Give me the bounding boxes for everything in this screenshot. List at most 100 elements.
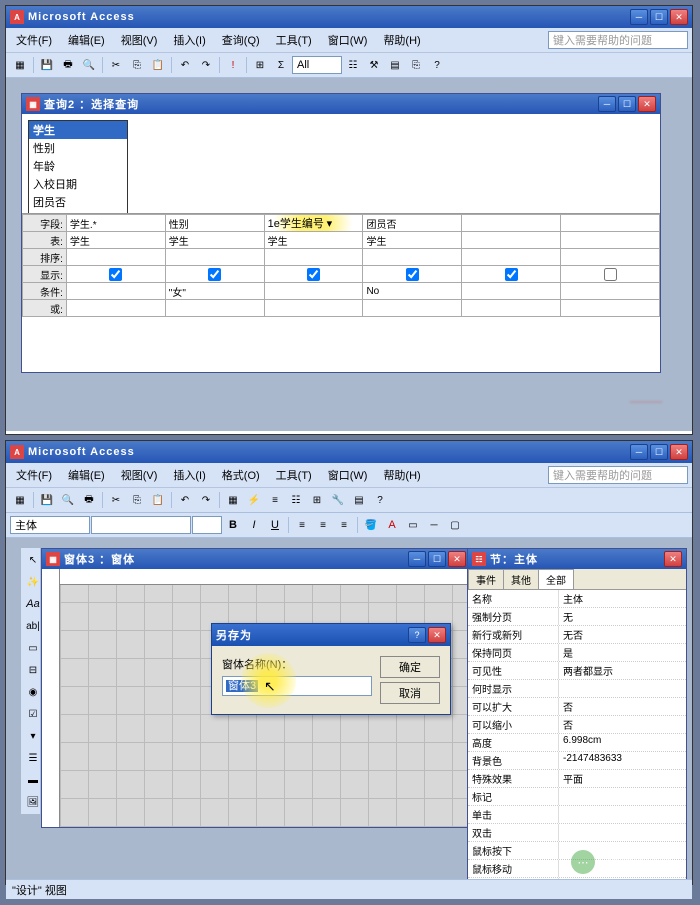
sub-maximize-button[interactable]: ☐ bbox=[618, 96, 636, 112]
property-value[interactable] bbox=[558, 680, 686, 697]
db-window-button[interactable]: ▤ bbox=[385, 55, 405, 75]
menu-edit[interactable]: 编辑(E) bbox=[62, 30, 111, 50]
qbe-sort-cell[interactable] bbox=[561, 249, 660, 266]
property-row[interactable]: 名称主体 bbox=[468, 590, 686, 608]
showtable-button[interactable]: ⊞ bbox=[250, 55, 270, 75]
qbe-sort-cell[interactable] bbox=[66, 249, 165, 266]
help-button[interactable]: ? bbox=[370, 490, 390, 510]
qbe-field-cell[interactable] bbox=[462, 215, 561, 232]
new-object-button[interactable]: ⎘ bbox=[406, 55, 426, 75]
qbe-field-cell[interactable]: 学生.* bbox=[66, 215, 165, 232]
qbe-criteria-cell[interactable]: No bbox=[363, 283, 462, 300]
paste-button[interactable]: 📋 bbox=[148, 55, 168, 75]
property-row[interactable]: 标记 bbox=[468, 788, 686, 806]
prop-close-button[interactable]: ✕ bbox=[664, 551, 682, 567]
optiongroup-tool[interactable]: ▭ bbox=[23, 638, 43, 658]
table-header[interactable]: 学生 bbox=[29, 121, 127, 139]
linewidth-button[interactable]: ─ bbox=[424, 515, 444, 535]
toolbox-button[interactable]: 🔧 bbox=[328, 490, 348, 510]
field-item[interactable]: 团员否 bbox=[29, 193, 127, 211]
autoform-button[interactable]: ⚡ bbox=[244, 490, 264, 510]
qbe-sort-cell[interactable] bbox=[264, 249, 363, 266]
menu-file[interactable]: 文件(F) bbox=[10, 465, 58, 485]
show-checkbox[interactable] bbox=[406, 268, 419, 281]
qbe-table-cell[interactable] bbox=[462, 232, 561, 249]
help-search-input[interactable]: 键入需要帮助的问题 bbox=[548, 31, 688, 49]
qbe-field-cell[interactable]: 性别 bbox=[165, 215, 264, 232]
linecolor-button[interactable]: ▭ bbox=[403, 515, 423, 535]
image-tool[interactable]: 🖼 bbox=[23, 792, 43, 812]
save-button[interactable]: 💾 bbox=[37, 55, 57, 75]
menu-window[interactable]: 窗口(W) bbox=[322, 465, 374, 485]
font-combo[interactable] bbox=[91, 516, 191, 534]
totals-button[interactable]: Σ bbox=[271, 55, 291, 75]
sub-close-button[interactable]: ✕ bbox=[638, 96, 656, 112]
underline-button[interactable]: U bbox=[265, 515, 285, 535]
view-button[interactable]: ▦ bbox=[10, 490, 30, 510]
maximize-button[interactable]: ☐ bbox=[650, 444, 668, 460]
fieldlist-button[interactable]: ⊞ bbox=[307, 490, 327, 510]
qbe-show-cell[interactable] bbox=[462, 266, 561, 283]
button-tool[interactable]: ▬ bbox=[23, 770, 43, 790]
sub-minimize-button[interactable]: ─ bbox=[598, 96, 616, 112]
option-tool[interactable]: ◉ bbox=[23, 682, 43, 702]
property-row[interactable]: 特殊效果平面 bbox=[468, 770, 686, 788]
checkbox-tool[interactable]: ☑ bbox=[23, 704, 43, 724]
show-checkbox[interactable] bbox=[109, 268, 122, 281]
qbe-field-cell[interactable] bbox=[561, 215, 660, 232]
qbe-table-cell[interactable]: 学生 bbox=[264, 232, 363, 249]
insert-button[interactable]: ▦ bbox=[223, 490, 243, 510]
qbe-or-cell[interactable] bbox=[561, 300, 660, 317]
align-center-button[interactable]: ≡ bbox=[313, 515, 333, 535]
qbe-show-cell[interactable] bbox=[363, 266, 462, 283]
ok-button[interactable]: 确定 bbox=[380, 656, 440, 678]
object-combo[interactable]: 主体 bbox=[10, 516, 90, 534]
sub-maximize-button[interactable]: ☐ bbox=[428, 551, 446, 567]
italic-button[interactable]: I bbox=[244, 515, 264, 535]
prop-tab-event[interactable]: 事件 bbox=[468, 569, 504, 589]
qbe-or-cell[interactable] bbox=[264, 300, 363, 317]
sub-minimize-button[interactable]: ─ bbox=[408, 551, 426, 567]
property-row[interactable]: 单击 bbox=[468, 806, 686, 824]
property-row[interactable]: 可以缩小否 bbox=[468, 716, 686, 734]
wizard-tool[interactable]: ✨ bbox=[23, 572, 43, 592]
menu-insert[interactable]: 插入(I) bbox=[167, 465, 211, 485]
qbe-show-cell[interactable] bbox=[66, 266, 165, 283]
search-button[interactable]: 🔍 bbox=[58, 490, 78, 510]
label-tool[interactable]: Aa bbox=[23, 594, 43, 614]
view-button[interactable]: ▦ bbox=[10, 55, 30, 75]
menu-tools[interactable]: 工具(T) bbox=[270, 30, 318, 50]
qbe-show-cell[interactable] bbox=[264, 266, 363, 283]
field-item[interactable]: 年龄 bbox=[29, 157, 127, 175]
help-search-input[interactable]: 键入需要帮助的问题 bbox=[548, 466, 688, 484]
property-row[interactable]: 强制分页无 bbox=[468, 608, 686, 626]
property-value[interactable]: 否 bbox=[558, 716, 686, 733]
effect-button[interactable]: ▢ bbox=[445, 515, 465, 535]
print-button[interactable]: 🖶 bbox=[79, 490, 99, 510]
qbe-or-cell[interactable] bbox=[363, 300, 462, 317]
property-value[interactable] bbox=[558, 824, 686, 841]
property-value[interactable]: 无否 bbox=[558, 626, 686, 643]
maximize-button[interactable]: ☐ bbox=[650, 9, 668, 25]
menu-query[interactable]: 查询(Q) bbox=[216, 30, 266, 50]
close-button[interactable]: ✕ bbox=[670, 9, 688, 25]
build-button[interactable]: ⚒ bbox=[364, 55, 384, 75]
textbox-tool[interactable]: ab| bbox=[23, 616, 43, 636]
fillcolor-button[interactable]: 🪣 bbox=[361, 515, 381, 535]
qbe-criteria-cell[interactable] bbox=[264, 283, 363, 300]
fontsize-combo[interactable] bbox=[192, 516, 222, 534]
redo-button[interactable]: ↷ bbox=[196, 55, 216, 75]
property-value[interactable]: 主体 bbox=[558, 590, 686, 607]
menu-help[interactable]: 帮助(H) bbox=[377, 30, 426, 50]
menu-view[interactable]: 视图(V) bbox=[115, 30, 164, 50]
property-value[interactable]: 无 bbox=[558, 608, 686, 625]
property-row[interactable]: 保持同页是 bbox=[468, 644, 686, 662]
property-row[interactable]: 高度6.998cm bbox=[468, 734, 686, 752]
saveas-help-button[interactable]: ? bbox=[408, 627, 426, 643]
undo-button[interactable]: ↶ bbox=[175, 490, 195, 510]
show-checkbox[interactable] bbox=[307, 268, 320, 281]
qbe-criteria-cell[interactable] bbox=[561, 283, 660, 300]
copy-button[interactable]: ⎘ bbox=[127, 490, 147, 510]
saveas-name-input[interactable]: 窗体3 bbox=[222, 676, 372, 696]
property-row[interactable]: 鼠标释放 bbox=[468, 878, 686, 879]
